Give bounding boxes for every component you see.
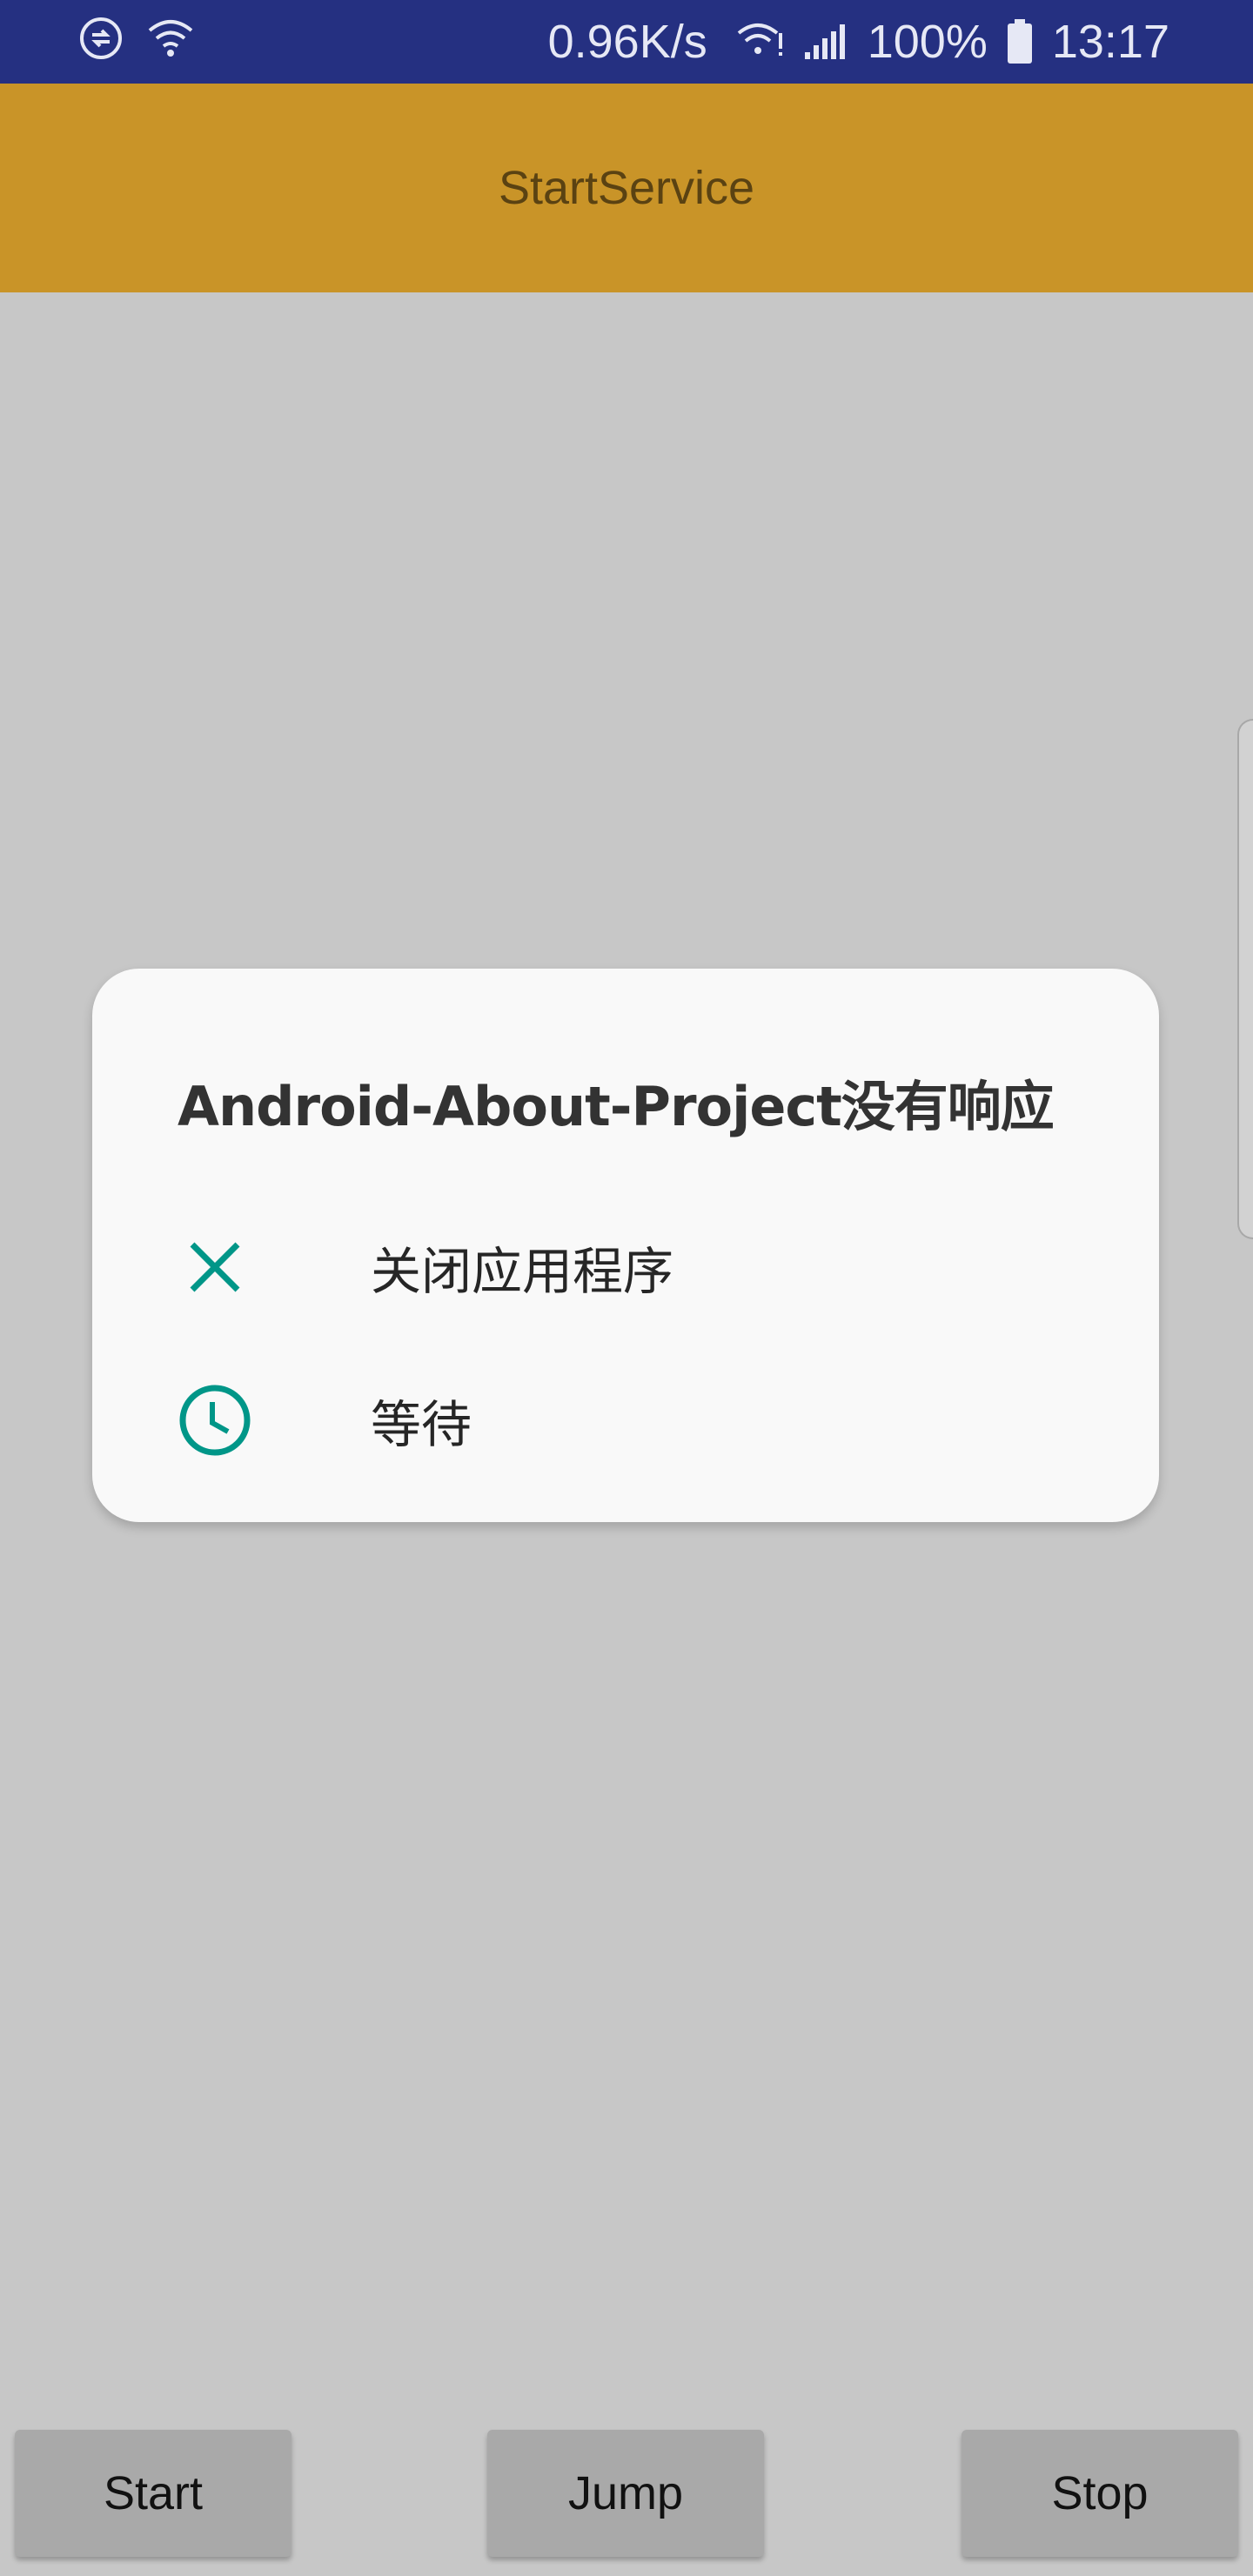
wifi-signal-icon — [735, 21, 784, 63]
close-icon — [178, 1230, 252, 1305]
app-title: StartService — [498, 162, 755, 214]
app-bar: StartService — [0, 84, 1253, 292]
wifi-icon — [146, 17, 195, 60]
jump-button[interactable]: Jump — [487, 2430, 764, 2557]
close-app-label: 关闭应用程序 — [371, 1242, 674, 1301]
cell-signal-icon — [803, 23, 848, 61]
clock-time: 13:17 — [1051, 16, 1169, 68]
edge-panel-handle[interactable] — [1237, 719, 1253, 1239]
net-speed: 0.96K/s — [547, 16, 707, 68]
status-left-icons — [78, 16, 195, 61]
stop-button[interactable]: Stop — [962, 2430, 1238, 2557]
data-sync-icon — [78, 16, 124, 61]
battery-icon — [1007, 19, 1033, 64]
dialog-title: Android-About-Project没有响应 — [178, 1075, 1055, 1138]
status-bar: 0.96K/s 100% 13:17 — [0, 0, 1253, 84]
wait-option[interactable]: 等待 — [92, 1355, 1159, 1486]
clock-icon — [178, 1383, 252, 1458]
wait-label: 等待 — [371, 1395, 472, 1454]
start-button[interactable]: Start — [15, 2430, 291, 2557]
status-right: 0.96K/s 100% 13:17 — [548, 0, 1169, 84]
battery-level: 100% — [867, 16, 988, 68]
close-app-option[interactable]: 关闭应用程序 — [92, 1202, 1159, 1332]
